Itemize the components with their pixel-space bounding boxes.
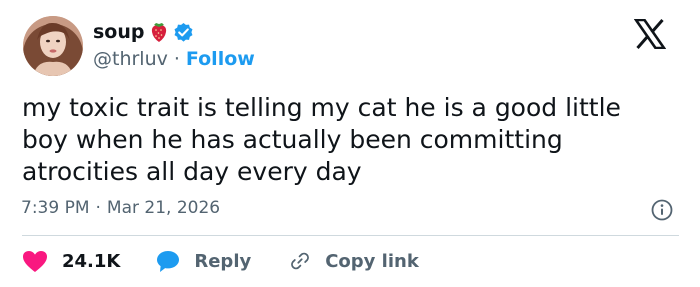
strawberry-icon — [149, 21, 169, 43]
avatar[interactable] — [23, 16, 83, 76]
divider — [22, 235, 679, 236]
tweet-timestamp[interactable]: 7:39 PM · Mar 21, 2026 — [21, 198, 220, 218]
reply-button[interactable]: Reply — [156, 250, 251, 273]
heart-icon — [22, 250, 48, 273]
verified-badge-icon — [173, 22, 194, 43]
author-name[interactable]: soup — [93, 21, 145, 43]
link-icon — [289, 250, 311, 272]
like-count: 24.1K — [62, 250, 121, 272]
follow-button[interactable]: Follow — [186, 48, 255, 70]
copy-link-label: Copy link — [325, 250, 419, 272]
speech-bubble-icon — [156, 250, 180, 273]
tweet-card: soup @thrluv · Follow my toxic trait is … — [0, 0, 700, 287]
action-bar: 24.1K Reply Copy link — [22, 247, 419, 275]
like-button[interactable]: 24.1K — [22, 250, 120, 273]
handle-separator: · — [173, 48, 180, 70]
tweet-date[interactable]: Mar 21, 2026 — [107, 198, 220, 218]
info-icon[interactable] — [651, 199, 673, 221]
tweet-text: my toxic trait is telling my cat he is a… — [22, 93, 621, 186]
timestamp-separator: · — [95, 198, 101, 218]
tweet-time[interactable]: 7:39 PM — [21, 198, 90, 218]
author-handle[interactable]: @thrluv — [93, 48, 168, 70]
author-name-row: soup — [93, 20, 194, 44]
copy-link-button[interactable]: Copy link — [289, 250, 419, 272]
author-handle-row: @thrluv · Follow — [93, 48, 255, 70]
x-logo-icon[interactable] — [633, 18, 667, 50]
reply-label: Reply — [194, 250, 252, 272]
